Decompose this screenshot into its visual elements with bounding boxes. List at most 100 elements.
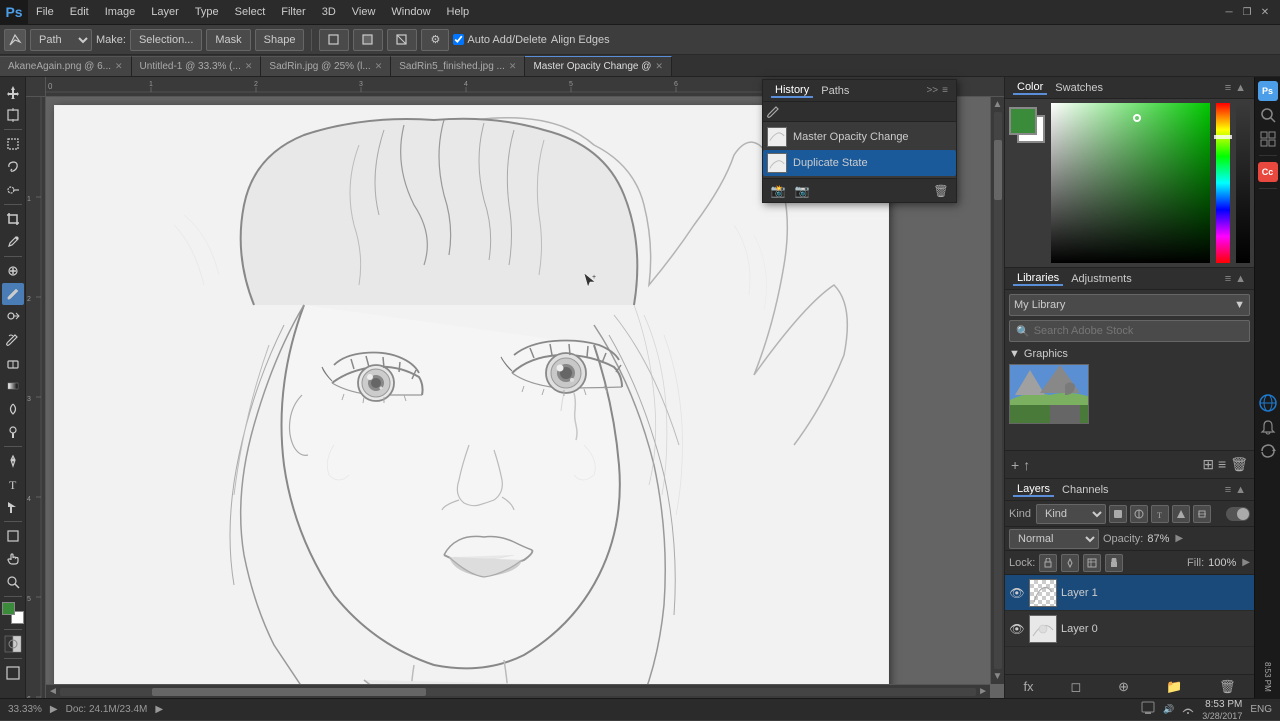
- history-item-1[interactable]: Duplicate State: [763, 150, 956, 176]
- filter-shape-btn[interactable]: [1172, 505, 1190, 523]
- history-camera-btn[interactable]: 📷: [793, 182, 811, 200]
- path-type-select[interactable]: Path Shape Pixels: [30, 29, 92, 51]
- graphics-thumbnail[interactable]: [1009, 364, 1089, 424]
- menu-window[interactable]: Window: [383, 0, 438, 24]
- layers-kind-select[interactable]: Kind: [1036, 504, 1106, 524]
- tab-4-close[interactable]: ✕: [655, 61, 663, 72]
- lock-pixels-btn[interactable]: [1039, 554, 1057, 572]
- shape-btn[interactable]: Shape: [255, 29, 305, 51]
- volume-icon[interactable]: 🔊: [1163, 704, 1174, 715]
- v-scroll-down[interactable]: ▼: [993, 671, 1003, 682]
- lasso-tool[interactable]: [2, 156, 24, 178]
- list-view-btn[interactable]: ≡: [1218, 456, 1226, 473]
- history-brush-tool[interactable]: [2, 329, 24, 351]
- libs-panel-menu[interactable]: ≡: [1225, 273, 1231, 285]
- dodge-tool[interactable]: [2, 421, 24, 443]
- library-search[interactable]: 🔍: [1009, 320, 1250, 342]
- minimize-button[interactable]: ─: [1222, 5, 1236, 19]
- tab-1-close[interactable]: ✕: [245, 61, 253, 72]
- swatches-tab[interactable]: Swatches: [1051, 82, 1107, 94]
- move-tool[interactable]: [2, 81, 24, 103]
- foreground-color-swatch[interactable]: [2, 602, 15, 615]
- artboard-tool[interactable]: [2, 104, 24, 126]
- zoom-tool[interactable]: [2, 571, 24, 593]
- history-snapshot-btn[interactable]: 📸: [769, 182, 787, 200]
- brush-tool[interactable]: [2, 283, 24, 305]
- color-gradient[interactable]: [1051, 103, 1210, 263]
- gear-btn[interactable]: ⚙: [421, 29, 449, 51]
- tab-2[interactable]: SadRin.jpg @ 25% (l... ✕: [261, 56, 391, 76]
- tab-4[interactable]: Master Opacity Change @ ✕: [525, 56, 672, 76]
- history-item-0[interactable]: Master Opacity Change: [763, 124, 956, 150]
- crop-tool[interactable]: [2, 208, 24, 230]
- status-expand[interactable]: ▶: [155, 704, 163, 715]
- v-scroll-up[interactable]: ▲: [993, 99, 1003, 110]
- menu-edit[interactable]: Edit: [62, 0, 97, 24]
- history-panel-tab[interactable]: History: [771, 84, 813, 98]
- h-scroll-right[interactable]: ►: [978, 686, 988, 697]
- color-picker-gradient-area[interactable]: [1051, 103, 1210, 263]
- layer-1-visibility[interactable]: 👁: [1009, 585, 1025, 601]
- eyedropper-tool[interactable]: [2, 231, 24, 253]
- close-button[interactable]: ✕: [1258, 5, 1272, 19]
- v-scroll-thumb[interactable]: [994, 140, 1002, 200]
- filter-smart-btn[interactable]: [1193, 505, 1211, 523]
- tab-0-close[interactable]: ✕: [115, 61, 123, 72]
- tab-3[interactable]: SadRin5_finished.jpg ... ✕: [391, 56, 525, 76]
- menu-select[interactable]: Select: [227, 0, 274, 24]
- selection-btn[interactable]: Selection...: [130, 29, 202, 51]
- tab-0[interactable]: AkaneAgain.png @ 6... ✕: [0, 56, 132, 76]
- menu-type[interactable]: Type: [187, 0, 227, 24]
- lock-position-btn[interactable]: [1061, 554, 1079, 572]
- opacity-slider[interactable]: [1236, 103, 1250, 263]
- menu-filter[interactable]: Filter: [273, 0, 313, 24]
- blur-tool[interactable]: [2, 398, 24, 420]
- horizontal-scrollbar[interactable]: ◄ ►: [46, 684, 990, 698]
- delete-item-btn[interactable]: 🗑: [1230, 456, 1248, 473]
- screen-mode-btn[interactable]: [2, 662, 24, 684]
- h-scroll-left[interactable]: ◄: [48, 686, 58, 697]
- layer-row-1[interactable]: 👁 Layer 1: [1005, 575, 1254, 611]
- path-ops-btn1[interactable]: [319, 29, 349, 51]
- fill-value[interactable]: 100%: [1208, 557, 1236, 569]
- fill-stepper[interactable]: ▶: [1242, 557, 1250, 568]
- layer-adj-btn[interactable]: ⊕: [1112, 679, 1135, 695]
- layers-tab[interactable]: Layers: [1013, 483, 1054, 497]
- layer-group-btn[interactable]: 📁: [1160, 679, 1188, 695]
- libs-panel-collapse[interactable]: ▲: [1235, 273, 1246, 285]
- hand-tool[interactable]: [2, 548, 24, 570]
- tab-2-close[interactable]: ✕: [375, 61, 383, 72]
- vertical-scrollbar[interactable]: ▲ ▼: [990, 97, 1004, 684]
- opacity-stepper[interactable]: ▶: [1175, 533, 1183, 544]
- healing-tool[interactable]: [2, 260, 24, 282]
- search-app-icon[interactable]: [1258, 105, 1278, 125]
- auto-add-delete-input[interactable]: [453, 34, 464, 45]
- foreground-color[interactable]: [1009, 107, 1037, 135]
- menu-layer[interactable]: Layer: [143, 0, 187, 24]
- layer-row-0[interactable]: 👁 Layer 0: [1005, 611, 1254, 647]
- library-search-input[interactable]: [1034, 325, 1243, 337]
- foreground-background-colors[interactable]: [2, 602, 24, 624]
- shape-tool[interactable]: [2, 525, 24, 547]
- history-menu-btn[interactable]: ≡: [942, 85, 948, 96]
- path-ops-btn2[interactable]: [353, 29, 383, 51]
- layout-app-icon[interactable]: [1258, 129, 1278, 149]
- adjustments-tab[interactable]: Adjustments: [1067, 273, 1136, 285]
- lock-all-btn[interactable]: [1105, 554, 1123, 572]
- quick-select-tool[interactable]: [2, 179, 24, 201]
- color-tab[interactable]: Color: [1013, 81, 1047, 95]
- sync-icon[interactable]: [1258, 441, 1278, 461]
- layer-fx-btn[interactable]: fx: [1017, 679, 1039, 694]
- layer-0-visibility[interactable]: 👁: [1009, 621, 1025, 637]
- color-panel-menu[interactable]: ≡: [1225, 82, 1231, 94]
- mask-btn[interactable]: Mask: [206, 29, 250, 51]
- path-ops-btn3[interactable]: [387, 29, 417, 51]
- filter-adj-btn[interactable]: [1130, 505, 1148, 523]
- filter-type-btn[interactable]: T: [1151, 505, 1169, 523]
- layer-mask-btn[interactable]: ◻: [1064, 679, 1087, 695]
- ps-app-icon[interactable]: Ps: [1258, 81, 1278, 101]
- lock-artboard-btn[interactable]: [1083, 554, 1101, 572]
- history-expand-btn[interactable]: >>: [926, 85, 938, 96]
- graphics-header[interactable]: ▼ Graphics: [1009, 348, 1250, 360]
- cloud-sync-btn[interactable]: ↑: [1023, 457, 1030, 473]
